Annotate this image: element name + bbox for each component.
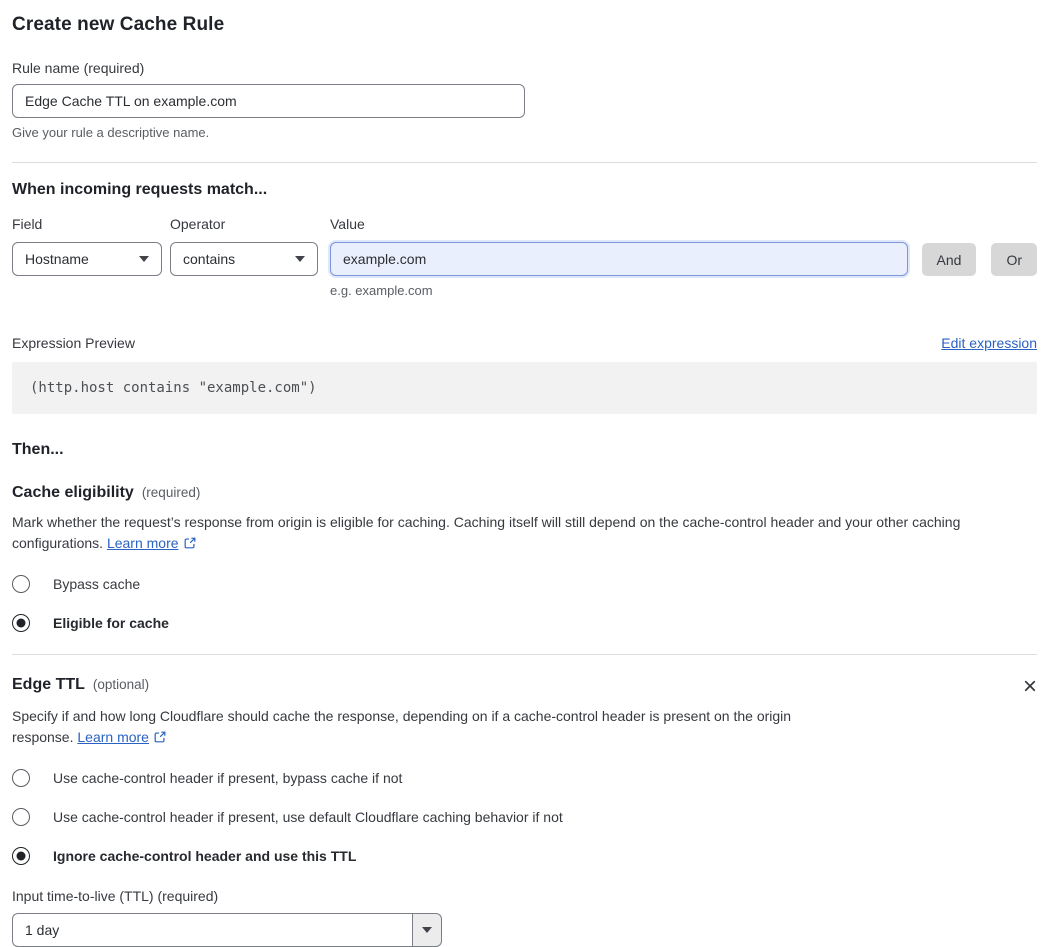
cache-eligibility-learn-more-link[interactable]: Learn more: [107, 535, 179, 551]
field-select[interactable]: Hostname: [12, 242, 162, 276]
radio-use-header-bypass-if-not[interactable]: Use cache-control header if present, byp…: [12, 769, 1037, 787]
radio-icon: [12, 769, 30, 787]
expression-preview-code: (http.host contains "example.com"): [12, 362, 1037, 414]
ttl-label: Input time-to-live (TTL) (required): [12, 888, 219, 904]
close-icon[interactable]: ×: [1023, 675, 1037, 699]
edge-ttl-description: Specify if and how long Cloudflare shoul…: [12, 706, 850, 748]
field-label: Field: [12, 216, 43, 232]
value-input[interactable]: [330, 242, 908, 276]
radio-icon: [12, 575, 30, 593]
rule-name-label: Rule name (required): [12, 60, 145, 76]
operator-label: Operator: [170, 216, 226, 232]
field-select-value: Hostname: [25, 251, 89, 267]
expression-header: Expression Preview Edit expression: [12, 335, 1037, 351]
value-label: Value: [330, 216, 365, 232]
match-section: When incoming requests match... Field Ho…: [12, 181, 1037, 414]
rule-name-block: Rule name (required) Give your rule a de…: [12, 60, 1037, 140]
ttl-select-value: 1 day: [12, 913, 412, 947]
edit-expression-link[interactable]: Edit expression: [941, 335, 1037, 351]
divider: [12, 162, 1037, 163]
radio-selected-icon: [12, 614, 30, 632]
criteria-row: Field Hostname Operator contains Value A…: [12, 216, 1037, 298]
chevron-down-icon: [139, 256, 149, 262]
create-cache-rule-page: Create new Cache Rule Rule name (require…: [0, 0, 1058, 947]
edge-ttl-title-row: Edge TTL (optional): [12, 676, 149, 694]
external-link-icon: [183, 536, 197, 550]
value-column: Value And Or e.g. example.com: [330, 216, 1037, 298]
radio-eligible-for-cache[interactable]: Eligible for cache: [12, 614, 1037, 632]
edge-ttl-section: Edge TTL (optional) × Specify if and how…: [12, 675, 1037, 947]
ttl-select-button[interactable]: [412, 913, 442, 947]
value-area: And Or: [330, 242, 1037, 276]
cache-eligibility-title: Cache eligibility: [12, 484, 134, 501]
match-heading: When incoming requests match...: [12, 181, 268, 198]
expression-preview-label: Expression Preview: [12, 335, 135, 351]
radio-use-header-default-if-not[interactable]: Use cache-control header if present, use…: [12, 808, 1037, 826]
value-helper: e.g. example.com: [330, 283, 433, 298]
cache-eligibility-description: Mark whether the request’s response from…: [12, 512, 1037, 554]
external-link-icon: [153, 730, 167, 744]
edge-ttl-header: Edge TTL (optional) ×: [12, 675, 1037, 699]
edge-ttl-title: Edge TTL: [12, 676, 85, 693]
operator-select[interactable]: contains: [170, 242, 318, 276]
divider: [12, 654, 1037, 655]
radio-ignore-header-use-ttl[interactable]: Ignore cache-control header and use this…: [12, 847, 1037, 865]
chevron-down-icon: [422, 927, 432, 933]
edge-ttl-qualifier: (optional): [92, 677, 150, 692]
rule-name-helper: Give your rule a descriptive name.: [12, 125, 210, 140]
then-heading: Then...: [12, 441, 64, 458]
field-column: Field Hostname: [12, 216, 170, 298]
page-title: Create new Cache Rule: [12, 14, 225, 35]
radio-selected-icon: [12, 847, 30, 865]
operator-column: Operator contains: [170, 216, 330, 298]
ttl-block: Input time-to-live (TTL) (required) 1 da…: [12, 888, 1037, 947]
and-button[interactable]: And: [921, 243, 977, 276]
cache-eligibility-title-row: Cache eligibility (required): [12, 484, 1037, 502]
cache-eligibility-section: Cache eligibility (required) Mark whethe…: [12, 484, 1037, 632]
operator-select-value: contains: [183, 251, 236, 267]
radio-bypass-cache[interactable]: Bypass cache: [12, 575, 1037, 593]
ttl-select[interactable]: 1 day: [12, 913, 442, 947]
radio-icon: [12, 808, 30, 826]
edge-ttl-learn-more-link[interactable]: Learn more: [77, 729, 149, 745]
or-button[interactable]: Or: [991, 243, 1037, 276]
rule-name-input[interactable]: [12, 84, 525, 118]
cache-eligibility-qualifier: (required): [141, 485, 201, 500]
chevron-down-icon: [295, 256, 305, 262]
